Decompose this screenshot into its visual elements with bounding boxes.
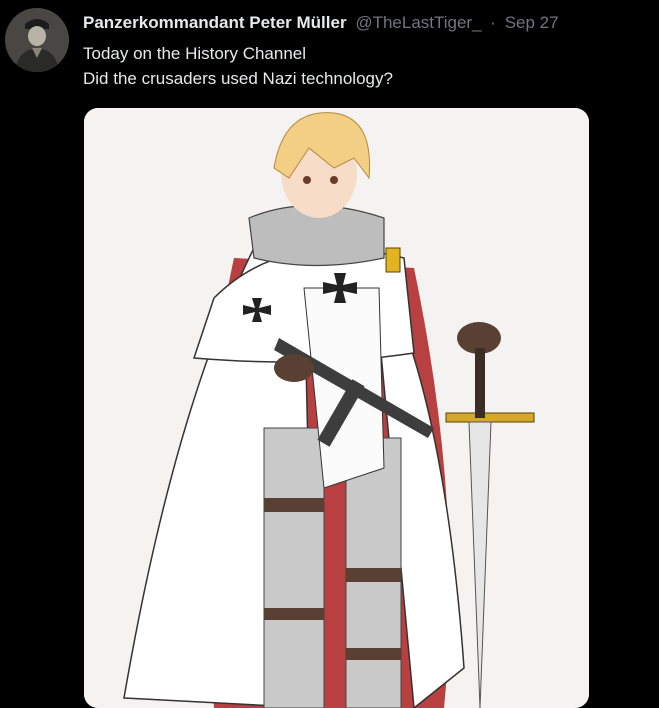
separator: · (490, 13, 496, 32)
display-name[interactable]: Panzerkommandant Peter Müller (83, 13, 347, 32)
crusader-illustration-icon (84, 108, 589, 708)
profile-photo-icon (5, 8, 69, 72)
tweet-media[interactable] (84, 108, 589, 708)
timestamp[interactable]: Sep 27 (505, 13, 559, 32)
tweet[interactable]: Panzerkommandant Peter Müller @TheLastTi… (0, 0, 659, 708)
tweet-header: Panzerkommandant Peter Müller @TheLastTi… (83, 12, 559, 34)
avatar[interactable] (5, 8, 69, 72)
tweet-text-line: Did the crusaders used Nazi technology? (83, 69, 393, 88)
tweet-text-line: Today on the History Channel (83, 44, 307, 63)
tweet-text: Today on the History Channel Did the cru… (83, 41, 393, 91)
handle[interactable]: @TheLastTiger_ (355, 13, 481, 32)
